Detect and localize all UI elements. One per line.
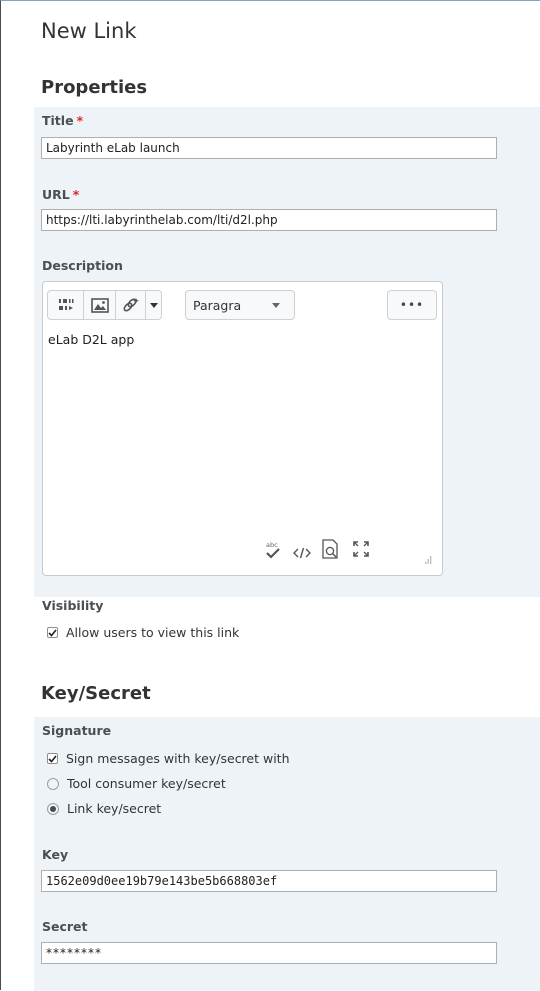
checkmark-icon: [48, 754, 57, 763]
radio-tool-consumer-row[interactable]: Tool consumer key/secret: [47, 776, 226, 791]
insert-menu-dropdown[interactable]: [146, 291, 161, 319]
block-format-dropdown[interactable]: [258, 291, 294, 319]
sign-messages-checkbox[interactable]: [47, 753, 58, 764]
url-label: URL *: [42, 187, 80, 202]
more-actions-button[interactable]: •••: [387, 290, 437, 320]
sign-messages-label: Sign messages with key/secret with: [66, 751, 290, 766]
insert-stuff-button[interactable]: [48, 291, 85, 319]
radio-tool-consumer[interactable]: [47, 777, 59, 790]
block-format-select[interactable]: Paragra: [185, 290, 295, 320]
title-label: Title *: [42, 113, 84, 128]
spellcheck-button[interactable]: abc: [264, 540, 282, 564]
fullscreen-icon: [353, 541, 369, 557]
required-indicator: *: [72, 187, 80, 202]
source-code-button[interactable]: [293, 544, 311, 563]
radio-link-key-label: Link key/secret: [67, 801, 162, 816]
key-label: Key: [42, 847, 69, 862]
insert-toolbar-group: [47, 290, 162, 320]
properties-heading: Properties: [41, 77, 148, 98]
block-format-value: Paragra: [193, 297, 242, 313]
quicklink-icon: [123, 298, 139, 312]
new-link-form: New Link Properties Title* URL* Descript…: [0, 0, 540, 991]
radio-tool-consumer-label: Tool consumer key/secret: [67, 776, 226, 791]
radio-link-key[interactable]: [47, 802, 59, 815]
insert-stuff-icon: [58, 299, 74, 310]
sign-messages-checkbox-row[interactable]: Sign messages with key/secret with: [47, 751, 290, 766]
insert-image-button[interactable]: [84, 291, 117, 319]
svg-text:abc: abc: [266, 541, 278, 549]
key-secret-heading: Key/Secret: [41, 683, 151, 704]
checkmark-icon: [48, 628, 57, 637]
radio-link-key-row[interactable]: Link key/secret: [47, 801, 161, 816]
signature-label: Signature: [42, 723, 112, 738]
fullscreen-button[interactable]: [353, 541, 369, 561]
title-input[interactable]: [41, 137, 497, 159]
image-icon: [90, 297, 109, 313]
spellcheck-icon: abc: [266, 541, 280, 559]
preview-icon: [322, 539, 338, 559]
key-input[interactable]: [41, 870, 497, 892]
page-title: New Link: [41, 19, 137, 43]
visibility-label: Visibility: [42, 598, 104, 613]
secret-label: Secret: [42, 919, 88, 934]
code-icon: [293, 547, 311, 559]
secret-input[interactable]: [41, 942, 497, 964]
url-input[interactable]: [41, 209, 497, 231]
preview-button[interactable]: [322, 539, 340, 563]
caret-down-icon: [149, 302, 158, 308]
description-editor[interactable]: Paragra ••• eLab D2L app abc: [42, 281, 443, 576]
description-content[interactable]: eLab D2L app: [48, 332, 134, 347]
insert-quicklink-button[interactable]: [116, 291, 147, 319]
radio-selected-dot: [50, 805, 56, 812]
caret-down-icon: [272, 302, 281, 308]
more-icon: •••: [399, 298, 425, 312]
resize-handle[interactable]: [423, 550, 433, 569]
required-indicator: *: [76, 113, 84, 128]
description-label: Description: [42, 258, 123, 273]
resize-grip-icon: [425, 556, 432, 564]
allow-view-label: Allow users to view this link: [66, 625, 240, 640]
allow-view-checkbox[interactable]: [47, 627, 58, 638]
allow-view-checkbox-row[interactable]: Allow users to view this link: [47, 625, 239, 640]
